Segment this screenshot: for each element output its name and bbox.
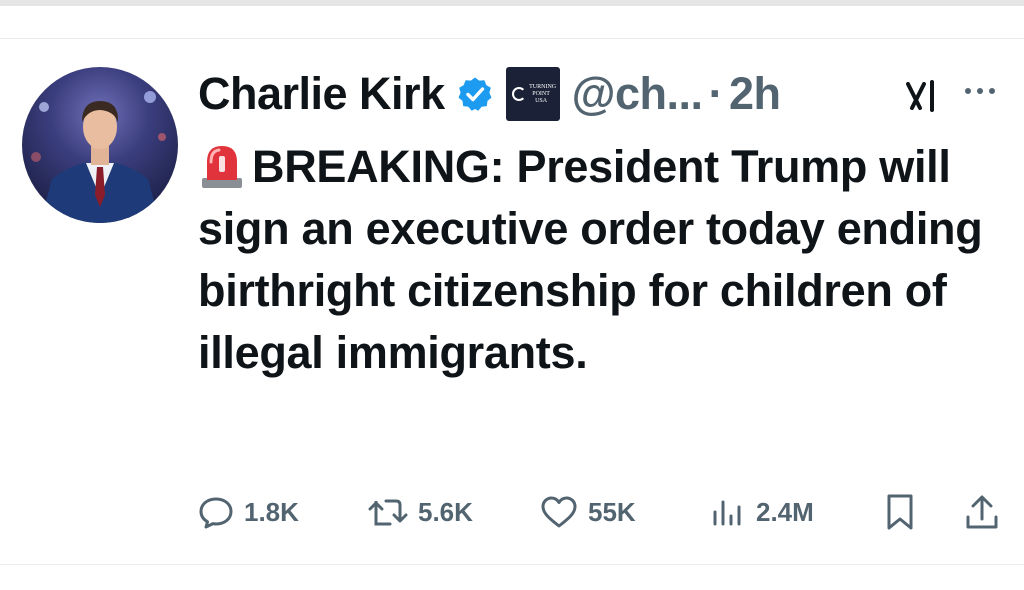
tweet-text: BREAKING: President Trump will sign an e… [198,141,983,378]
like-button[interactable]: 55K [540,490,636,534]
reply-button[interactable]: 1.8K [198,490,299,534]
tweet-body: BREAKING: President Trump will sign an e… [198,136,998,384]
share-icon [966,495,998,529]
top-divider [0,38,1024,39]
action-bar: 1.8K 5.6K 55K 2.4M [198,490,1008,534]
views-count: 2.4M [756,496,814,527]
repost-icon [368,499,408,526]
timestamp[interactable]: 2h [729,68,781,120]
separator-dot: · [708,68,724,119]
views-button[interactable]: 2.4M [710,490,814,534]
bookmark-icon [887,494,913,530]
more-icon[interactable] [962,84,998,96]
top-edge-strip [0,0,1024,6]
reply-count: 1.8K [244,496,299,527]
tweet-header: Charlie Kirk TURNING POINT USA @ch... · … [198,66,1008,122]
reply-icon [199,497,233,529]
handle[interactable]: @ch... [572,68,703,120]
share-button[interactable] [964,490,1010,534]
repost-button[interactable]: 5.6K [368,490,473,534]
siren-icon [198,140,246,190]
turning-point-logo-icon [512,87,527,101]
bookmark-button[interactable] [884,490,926,534]
like-icon [541,496,577,528]
avatar[interactable] [22,67,178,223]
repost-count: 5.6K [418,496,473,527]
views-icon [713,500,741,526]
grok-icon[interactable] [902,76,942,116]
verified-badge-icon [457,76,493,112]
affiliation-badge[interactable]: TURNING POINT USA [505,67,560,121]
display-name[interactable]: Charlie Kirk [198,68,445,120]
like-count: 55K [588,496,636,527]
affiliation-badge-text: TURNING POINT USA [529,83,557,104]
bottom-divider [0,564,1024,565]
